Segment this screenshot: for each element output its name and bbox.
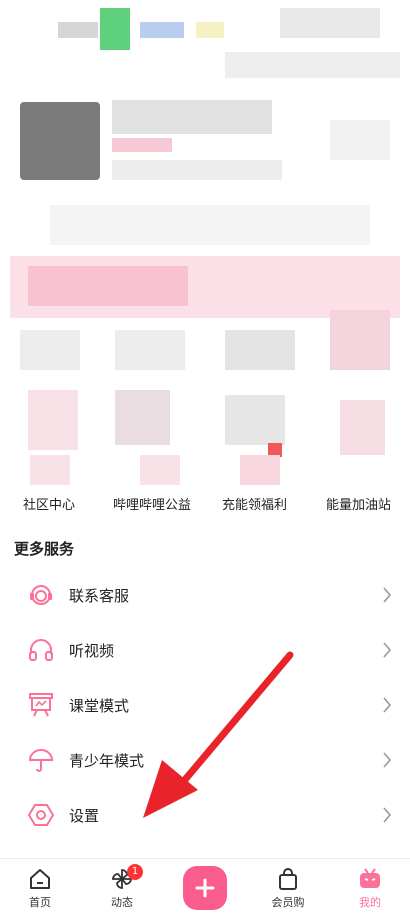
blurred-block: [225, 52, 400, 78]
service-item-customer-service[interactable]: 联系客服: [0, 568, 410, 623]
blurred-block: [28, 390, 78, 450]
blurred-block: [330, 310, 390, 370]
blurred-block: [28, 266, 188, 306]
blurred-block: [225, 395, 285, 445]
blurred-block: [50, 205, 370, 245]
tv-mascot-icon: [360, 868, 380, 888]
blurred-block: [330, 120, 390, 160]
quick-link-energy-station[interactable]: 能量加油站: [326, 494, 391, 513]
blurred-block: [112, 160, 282, 180]
gear-icon: [28, 804, 54, 826]
chevron-right-icon: [383, 697, 392, 713]
blurred-block: [280, 8, 380, 38]
blurred-block: [196, 22, 224, 38]
tab-dynamic[interactable]: 动态: [92, 859, 152, 914]
quick-links-row: 社区中心 哔哩哔哩公益 充能领福利 能量加油站: [0, 494, 410, 514]
service-label: 听视频: [69, 642, 115, 660]
avatar: [20, 102, 100, 180]
blurred-block: [20, 330, 80, 370]
tab-mine[interactable]: 我的: [340, 859, 400, 914]
publish-plus-button[interactable]: [183, 866, 227, 910]
service-label: 课堂模式: [69, 697, 130, 715]
blurred-block: [112, 138, 172, 152]
blurred-block: [140, 22, 184, 38]
quick-link-charity[interactable]: 哔哩哔哩公益: [113, 494, 191, 513]
notification-badge: 1: [127, 864, 143, 880]
plus-icon: [195, 878, 215, 898]
blurred-block: [225, 330, 295, 370]
tab-label: 会员购: [271, 896, 305, 909]
shopping-bag-icon: [279, 868, 297, 890]
service-item-classroom-mode[interactable]: 课堂模式: [0, 678, 410, 733]
service-item-teen-mode[interactable]: 青少年模式: [0, 733, 410, 788]
blurred-block: [240, 455, 280, 485]
service-label: 青少年模式: [69, 752, 145, 770]
chevron-right-icon: [383, 642, 392, 658]
chevron-right-icon: [383, 587, 392, 603]
blurred-block: [30, 455, 70, 485]
umbrella-icon: [28, 749, 54, 772]
blurred-block: [115, 330, 185, 370]
tab-label: 动态: [111, 896, 133, 909]
service-label: 设置: [69, 807, 100, 825]
headset-icon: [30, 585, 52, 605]
bottom-nav-bar: 首页 动态 1 会员购 我的: [0, 858, 410, 914]
blurred-block: [340, 400, 385, 455]
chevron-right-icon: [383, 807, 392, 823]
blurred-block: [115, 390, 170, 445]
service-item-listen-video[interactable]: 听视频: [0, 623, 410, 678]
blurred-block: [112, 100, 272, 134]
tab-home[interactable]: 首页: [10, 859, 70, 914]
blurred-block: [100, 8, 130, 50]
service-item-settings[interactable]: 设置: [0, 788, 410, 843]
tab-label: 首页: [29, 896, 51, 909]
classroom-board-icon: [29, 693, 53, 717]
home-icon: [30, 869, 50, 889]
tab-label: 我的: [359, 896, 381, 909]
quick-link-community[interactable]: 社区中心: [23, 494, 75, 513]
tab-member-shop[interactable]: 会员购: [258, 859, 318, 914]
blurred-block: [58, 22, 98, 38]
service-label: 联系客服: [69, 587, 130, 605]
blurred-block: [140, 455, 180, 485]
chevron-right-icon: [383, 752, 392, 768]
headphones-icon: [29, 639, 53, 661]
blurred-profile-area: [0, 0, 410, 490]
quick-link-benefits[interactable]: 充能领福利: [222, 494, 287, 513]
more-services-title: 更多服务: [14, 540, 75, 558]
